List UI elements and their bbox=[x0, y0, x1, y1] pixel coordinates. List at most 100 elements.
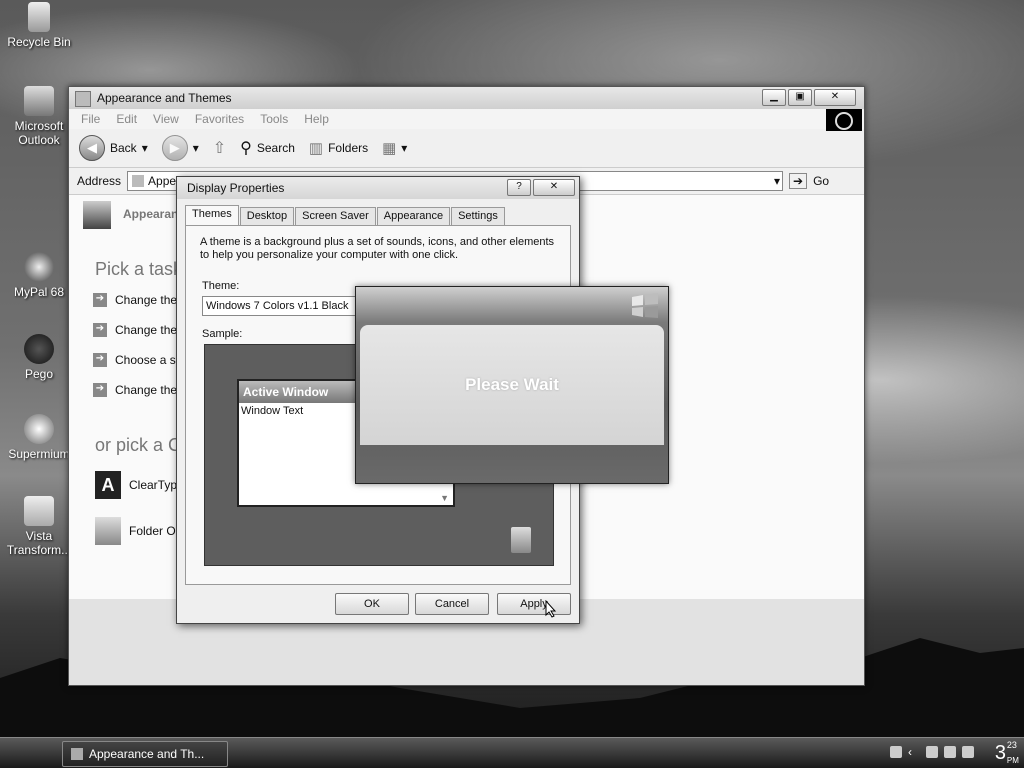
back-arrow-icon: ◀ bbox=[79, 135, 105, 161]
task-link[interactable]: ➔ Change the bbox=[93, 293, 182, 323]
arrow-right-icon: ➔ bbox=[93, 353, 107, 367]
chevron-down-icon[interactable]: ▾ bbox=[142, 141, 148, 155]
search-button[interactable]: ⚲ Search bbox=[240, 138, 295, 158]
chevron-down-icon[interactable]: ▾ bbox=[774, 174, 780, 188]
up-folder-button[interactable]: ⇧ bbox=[213, 138, 226, 158]
pick-icon-heading: or pick a C bbox=[95, 435, 182, 455]
desktop-icon-recycle-bin[interactable]: Recycle Bin bbox=[6, 2, 72, 49]
chevron-left-icon[interactable]: ‹ bbox=[908, 746, 920, 758]
desktop-icon-label: Supermium bbox=[8, 447, 70, 461]
cleartype-item[interactable]: A ClearType bbox=[95, 471, 184, 499]
system-tray: ‹ bbox=[890, 746, 974, 758]
help-button[interactable]: ? bbox=[507, 179, 531, 196]
desktop-icon-supermium[interactable]: Supermium bbox=[6, 414, 72, 461]
folders-icon: ▥ bbox=[308, 140, 324, 157]
please-wait-body: Please Wait bbox=[360, 325, 664, 445]
task-link[interactable]: ➔ Change the bbox=[93, 323, 182, 353]
close-button[interactable]: ✕ bbox=[814, 89, 856, 106]
task-label: Choose a sc bbox=[115, 353, 182, 367]
menu-bar: File Edit View Favorites Tools Help bbox=[69, 109, 864, 131]
menu-tools[interactable]: Tools bbox=[260, 112, 288, 126]
folders-button[interactable]: ▥ Folders bbox=[309, 139, 368, 157]
menu-view[interactable]: View bbox=[153, 112, 179, 126]
display-icon[interactable] bbox=[944, 746, 956, 758]
chevron-down-icon[interactable]: ▾ bbox=[401, 141, 407, 155]
supermium-icon bbox=[24, 414, 54, 444]
desktop-icon-label: Pego bbox=[24, 367, 54, 381]
appearance-category-icon bbox=[83, 201, 111, 229]
folders-label: Folders bbox=[328, 141, 369, 155]
recycle-bin-icon bbox=[28, 2, 50, 32]
back-label: Back bbox=[110, 141, 137, 155]
desktop-icon-outlook[interactable]: Microsoft Outlook bbox=[6, 86, 72, 147]
desktop-icon-vista-transform[interactable]: Vista Transform... bbox=[6, 496, 72, 557]
task-link[interactable]: ➔ Change the bbox=[93, 383, 182, 413]
tab-desktop[interactable]: Desktop bbox=[239, 207, 295, 225]
pego-icon bbox=[24, 334, 54, 364]
please-wait-window: Please Wait bbox=[355, 286, 669, 484]
desktop-icon-label: MyPal 68 bbox=[13, 285, 65, 299]
menu-help[interactable]: Help bbox=[304, 112, 329, 126]
desktop-icon-label: Microsoft Outlook bbox=[14, 119, 64, 147]
network-icon[interactable] bbox=[926, 746, 938, 758]
desktop-icon-label: Vista Transform... bbox=[6, 529, 72, 557]
apply-button[interactable]: Apply bbox=[497, 593, 571, 615]
menu-edit[interactable]: Edit bbox=[116, 112, 137, 126]
vista-transform-icon bbox=[24, 496, 54, 526]
clock[interactable]: 3 23 PM bbox=[994, 740, 1019, 765]
chevron-down-icon: ▼ bbox=[440, 493, 449, 503]
taskbar-item-label: Appearance and Th... bbox=[89, 747, 205, 761]
search-icon: ⚲ bbox=[240, 140, 252, 157]
control-panel-icon bbox=[132, 175, 145, 187]
ok-button[interactable]: OK bbox=[335, 593, 409, 615]
tab-settings[interactable]: Settings bbox=[451, 207, 505, 225]
go-arrow-icon[interactable]: ➔ bbox=[789, 173, 808, 189]
arrow-right-icon: ➔ bbox=[93, 293, 107, 307]
arrow-right-icon: ➔ bbox=[93, 323, 107, 337]
mypal-icon bbox=[24, 252, 54, 282]
desktop-icon-pego[interactable]: Pego bbox=[6, 334, 72, 381]
explorer-title-bar[interactable]: Appearance and Themes ▁ ▣ ✕ bbox=[69, 87, 864, 109]
menu-file[interactable]: File bbox=[81, 112, 100, 126]
keyboard-icon[interactable] bbox=[890, 746, 902, 758]
address-label: Address bbox=[77, 174, 122, 188]
clock-hour: 3 bbox=[994, 742, 1006, 764]
maximize-button[interactable]: ▣ bbox=[788, 89, 812, 106]
toolbar: ◀ Back ▾ ▶ ▾ ⇧ ⚲ Search ▥ Folders ▦ ▾ bbox=[69, 129, 864, 168]
dialog-title: Display Properties bbox=[187, 181, 285, 195]
theme-description: A theme is a background plus a set of so… bbox=[200, 236, 555, 261]
recycle-bin-icon bbox=[511, 527, 531, 553]
arrow-right-icon: ➔ bbox=[93, 383, 107, 397]
task-label: Change the bbox=[115, 383, 178, 397]
desktop-icon-mypal[interactable]: MyPal 68 bbox=[6, 252, 72, 299]
cancel-button[interactable]: Cancel bbox=[415, 593, 489, 615]
volume-icon[interactable] bbox=[962, 746, 974, 758]
sample-label: Sample: bbox=[202, 328, 243, 340]
tab-appearance[interactable]: Appearance bbox=[376, 207, 451, 225]
chevron-down-icon[interactable]: ▾ bbox=[193, 141, 199, 155]
windows-logo-icon bbox=[826, 109, 862, 131]
task-link[interactable]: ➔ Choose a sc bbox=[93, 353, 182, 383]
go-button[interactable]: Go bbox=[813, 174, 829, 188]
folder-options-label: Folder O bbox=[129, 524, 176, 538]
forward-button[interactable]: ▶ ▾ bbox=[161, 135, 199, 161]
dialog-title-bar[interactable]: Display Properties ? ✕ bbox=[177, 177, 579, 199]
views-icon: ▦ bbox=[382, 140, 397, 157]
back-button[interactable]: ◀ Back ▾ bbox=[79, 135, 148, 161]
search-label: Search bbox=[256, 141, 295, 155]
tab-screen-saver[interactable]: Screen Saver bbox=[295, 207, 376, 225]
clock-minute: 23 bbox=[1006, 740, 1017, 750]
forward-arrow-icon: ▶ bbox=[161, 135, 188, 161]
tab-themes[interactable]: Themes bbox=[185, 205, 239, 225]
folder-options-icon bbox=[95, 517, 121, 545]
menu-favorites[interactable]: Favorites bbox=[195, 112, 244, 126]
dialog-close-button[interactable]: ✕ bbox=[533, 179, 575, 196]
mouse-cursor-icon bbox=[545, 600, 557, 618]
folder-options-item[interactable]: Folder O bbox=[95, 517, 176, 545]
explorer-title: Appearance and Themes bbox=[97, 91, 232, 105]
taskbar-item-appearance[interactable]: Appearance and Th... bbox=[62, 741, 228, 767]
views-button[interactable]: ▦ ▾ bbox=[382, 139, 407, 157]
minimize-button[interactable]: ▁ bbox=[762, 89, 786, 106]
outlook-icon bbox=[24, 86, 54, 116]
please-wait-text: Please Wait bbox=[465, 375, 559, 394]
